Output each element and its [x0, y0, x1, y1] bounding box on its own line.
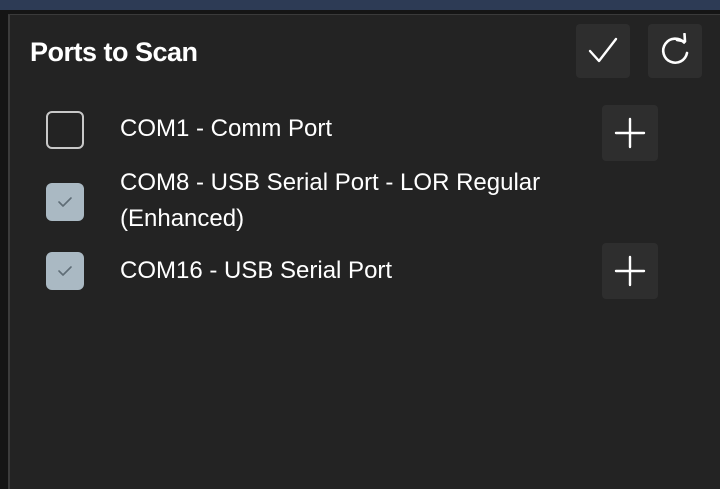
ports-to-scan-panel: Ports to Scan COM1 - Comm Port COM8 - US: [8, 14, 720, 489]
add-port-button[interactable]: [602, 105, 658, 161]
port-checkbox[interactable]: [46, 183, 84, 221]
confirm-button[interactable]: [576, 24, 630, 78]
add-port-button[interactable]: [602, 243, 658, 299]
checkmark-icon: [588, 37, 618, 63]
port-label: COM8 - USB Serial Port - LOR Regular (En…: [120, 169, 541, 232]
port-row: COM8 - USB Serial Port - LOR Regular (En…: [10, 165, 710, 237]
checkmark-icon: [58, 266, 72, 276]
port-label: COM1 - Comm Port: [120, 115, 333, 142]
port-row: COM16 - USB Serial Port: [10, 243, 710, 299]
port-label: COM16 - USB Serial Port: [120, 257, 393, 284]
refresh-icon: [661, 33, 689, 64]
panel-title: Ports to Scan: [30, 37, 198, 67]
port-checkbox[interactable]: [46, 111, 84, 149]
title-bar-strip: [0, 0, 720, 10]
refresh-button[interactable]: [648, 24, 702, 78]
plus-icon: [614, 255, 646, 287]
port-checkbox[interactable]: [46, 252, 84, 290]
port-row: COM1 - Comm Port: [10, 105, 710, 161]
checkmark-icon: [58, 197, 72, 207]
plus-icon: [614, 117, 646, 149]
